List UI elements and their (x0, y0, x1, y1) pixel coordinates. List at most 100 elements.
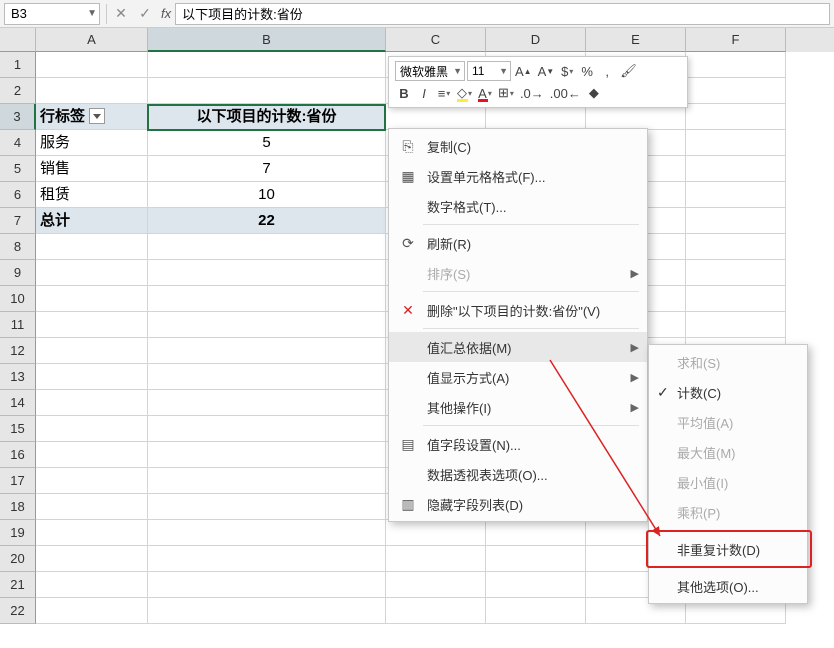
fill-color-icon[interactable]: ◇▾ (455, 83, 474, 103)
fx-icon[interactable]: fx (157, 6, 175, 21)
menu-sort[interactable]: 排序(S)▶ (389, 258, 647, 288)
decrease-decimal-icon[interactable]: .00← (548, 83, 583, 103)
row-header-17[interactable]: 17 (0, 468, 36, 494)
menu-other-actions[interactable]: 其他操作(I)▶ (389, 392, 647, 422)
sub-average[interactable]: 平均值(A) (649, 407, 807, 437)
cell-B20[interactable] (148, 546, 386, 572)
cell-A18[interactable] (36, 494, 148, 520)
cell-B7[interactable]: 22 (148, 208, 386, 234)
row-header-6[interactable]: 6 (0, 182, 36, 208)
cell-F11[interactable] (686, 312, 786, 338)
cell-B1[interactable] (148, 52, 386, 78)
comma-icon[interactable]: , (598, 61, 616, 81)
sub-min[interactable]: 最小值(I) (649, 467, 807, 497)
menu-hide-field-list[interactable]: ▥隐藏字段列表(D) (389, 489, 647, 519)
menu-summarize-by[interactable]: 值汇总依据(M)▶ (389, 332, 647, 362)
formula-input[interactable]: 以下项目的计数:省份 (175, 3, 830, 25)
menu-number-format[interactable]: 数字格式(T)... (389, 191, 647, 221)
confirm-icon[interactable]: ✓ (133, 5, 157, 22)
row-header-4[interactable]: 4 (0, 130, 36, 156)
row-header-20[interactable]: 20 (0, 546, 36, 572)
italic-icon[interactable]: I (415, 83, 433, 103)
clear-format-icon[interactable]: ◆ (585, 83, 603, 103)
col-header-F[interactable]: F (686, 28, 786, 52)
cell-B5[interactable]: 7 (148, 156, 386, 182)
menu-delete-field[interactable]: ✕删除"以下项目的计数:省份"(V) (389, 295, 647, 325)
cell-F1[interactable] (686, 52, 786, 78)
cell-D21[interactable] (486, 572, 586, 598)
cell-A2[interactable] (36, 78, 148, 104)
cell-F6[interactable] (686, 182, 786, 208)
cell-F5[interactable] (686, 156, 786, 182)
cell-D19[interactable] (486, 520, 586, 546)
cell-B15[interactable] (148, 416, 386, 442)
cell-A19[interactable] (36, 520, 148, 546)
cell-B18[interactable] (148, 494, 386, 520)
sub-max[interactable]: 最大值(M) (649, 437, 807, 467)
cell-A3[interactable]: 行标签 (36, 104, 148, 130)
row-header-10[interactable]: 10 (0, 286, 36, 312)
cell-A12[interactable] (36, 338, 148, 364)
row-header-19[interactable]: 19 (0, 520, 36, 546)
cell-B4[interactable]: 5 (148, 130, 386, 156)
cell-C22[interactable] (386, 598, 486, 624)
cell-A5[interactable]: 销售 (36, 156, 148, 182)
cell-F10[interactable] (686, 286, 786, 312)
cell-B10[interactable] (148, 286, 386, 312)
cell-A21[interactable] (36, 572, 148, 598)
cell-C20[interactable] (386, 546, 486, 572)
cell-B12[interactable] (148, 338, 386, 364)
increase-decimal-icon[interactable]: .0→ (518, 83, 546, 103)
cell-A11[interactable] (36, 312, 148, 338)
cell-C21[interactable] (386, 572, 486, 598)
col-header-D[interactable]: D (486, 28, 586, 52)
row-header-8[interactable]: 8 (0, 234, 36, 260)
name-box[interactable]: B3 ▼ (4, 3, 100, 25)
menu-show-values-as[interactable]: 值显示方式(A)▶ (389, 362, 647, 392)
cell-A17[interactable] (36, 468, 148, 494)
cell-B14[interactable] (148, 390, 386, 416)
decrease-font-icon[interactable]: A▼ (536, 61, 557, 81)
col-header-A[interactable]: A (36, 28, 148, 52)
cell-A8[interactable] (36, 234, 148, 260)
row-header-14[interactable]: 14 (0, 390, 36, 416)
select-all-corner[interactable] (0, 28, 36, 52)
cell-A4[interactable]: 服务 (36, 130, 148, 156)
cell-B17[interactable] (148, 468, 386, 494)
accounting-icon[interactable]: $▾ (558, 61, 576, 81)
cell-A15[interactable] (36, 416, 148, 442)
percent-icon[interactable]: % (578, 61, 596, 81)
cancel-icon[interactable]: ✕ (109, 5, 133, 22)
cell-A16[interactable] (36, 442, 148, 468)
cell-A9[interactable] (36, 260, 148, 286)
sub-count[interactable]: ✓计数(C) (649, 377, 807, 407)
font-color-icon[interactable]: A▾ (476, 83, 494, 103)
row-header-13[interactable]: 13 (0, 364, 36, 390)
sub-product[interactable]: 乘积(P) (649, 497, 807, 527)
row-header-1[interactable]: 1 (0, 52, 36, 78)
cell-F8[interactable] (686, 234, 786, 260)
sub-more[interactable]: 其他选项(O)... (649, 571, 807, 601)
menu-field-settings[interactable]: ▤值字段设置(N)... (389, 429, 647, 459)
cell-F4[interactable] (686, 130, 786, 156)
align-center-icon[interactable]: ≡▾ (435, 83, 453, 103)
row-header-22[interactable]: 22 (0, 598, 36, 624)
font-select[interactable]: 微软雅黑▼ (395, 61, 465, 81)
row-header-15[interactable]: 15 (0, 416, 36, 442)
col-header-E[interactable]: E (586, 28, 686, 52)
cell-F9[interactable] (686, 260, 786, 286)
row-header-16[interactable]: 16 (0, 442, 36, 468)
cell-B16[interactable] (148, 442, 386, 468)
cell-B9[interactable] (148, 260, 386, 286)
cell-A20[interactable] (36, 546, 148, 572)
row-header-3[interactable]: 3 (0, 104, 36, 130)
cell-B13[interactable] (148, 364, 386, 390)
cell-D20[interactable] (486, 546, 586, 572)
sub-distinct-count[interactable]: 非重复计数(D) (649, 534, 807, 564)
size-select[interactable]: 11▼ (467, 61, 511, 81)
bold-icon[interactable]: B (395, 83, 413, 103)
cell-B3[interactable]: 以下项目的计数:省份 (148, 104, 386, 130)
cell-B6[interactable]: 10 (148, 182, 386, 208)
cell-A22[interactable] (36, 598, 148, 624)
chevron-down-icon[interactable]: ▼ (87, 8, 97, 19)
